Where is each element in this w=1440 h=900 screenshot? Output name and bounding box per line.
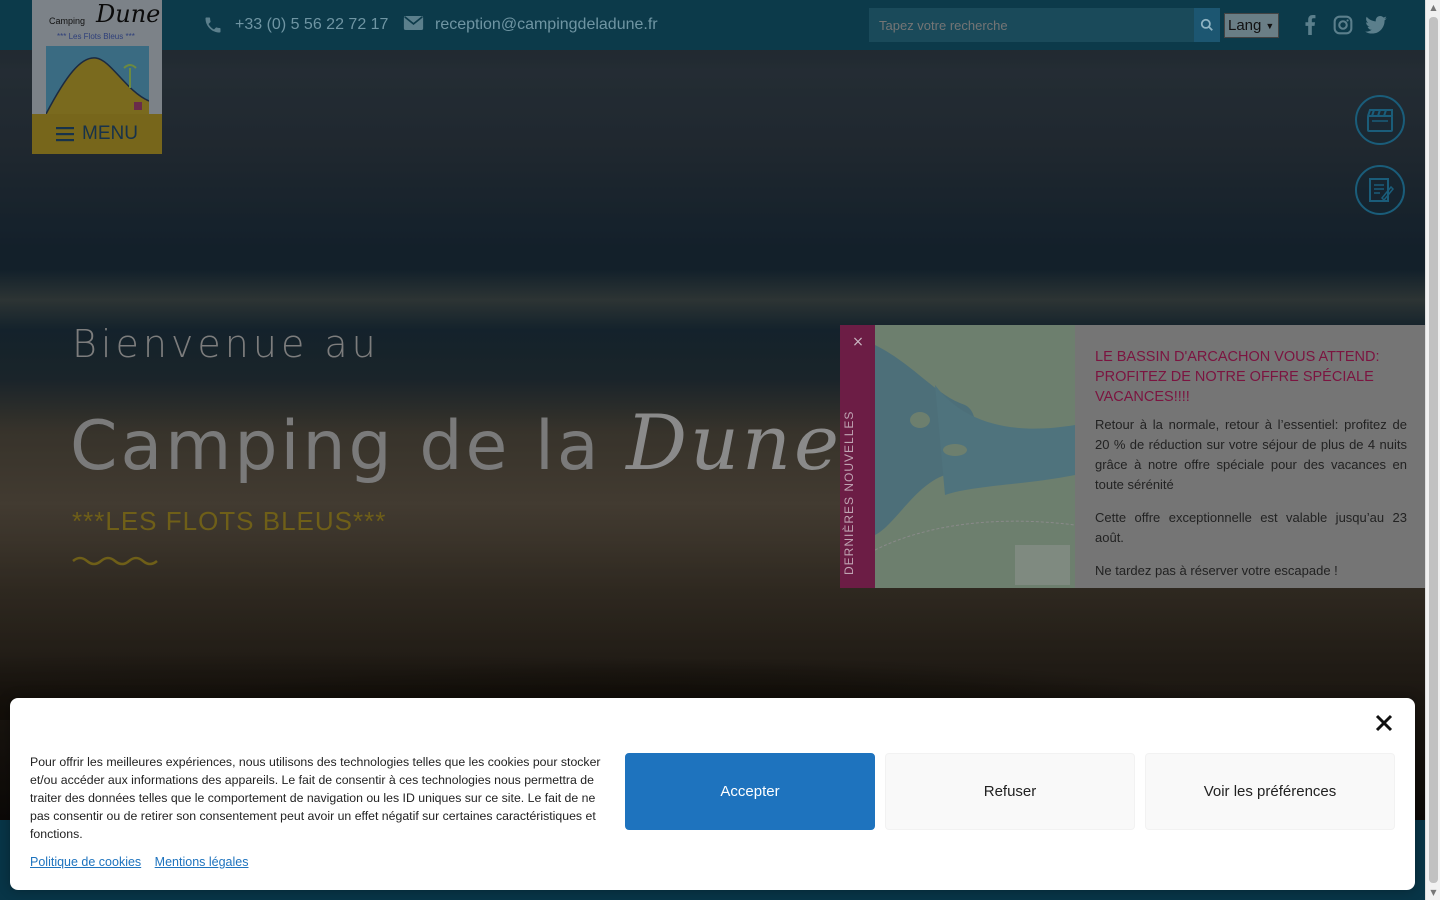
news-paragraph-1: Retour à la normale, retour à l’essentie…	[1095, 417, 1407, 492]
cookie-consent-dialog: Pour offrir les meilleures expériences, …	[10, 698, 1415, 890]
chevron-down-icon: ▼	[1265, 20, 1275, 31]
search-button[interactable]	[1194, 8, 1220, 42]
facebook-icon	[1305, 15, 1316, 35]
phone-number: +33 (0) 5 56 22 72 17	[235, 16, 389, 33]
email-address: reception@campingdeladune.fr	[435, 16, 658, 33]
booking-button[interactable]	[1355, 165, 1405, 215]
twitter-link[interactable]	[1364, 13, 1388, 37]
form-edit-icon	[1369, 178, 1394, 202]
instagram-link[interactable]	[1331, 13, 1355, 37]
menu-label: MENU	[82, 123, 138, 144]
hero-title-script: Dune	[626, 398, 842, 487]
cookie-policy-link[interactable]: Politique de cookies	[30, 855, 141, 869]
hero-welcome: Bienvenue au	[72, 322, 380, 366]
hamburger-icon	[56, 127, 75, 142]
wave-divider	[72, 556, 158, 566]
accept-button[interactable]: Accepter	[625, 753, 875, 830]
logo-subtitle: *** Les Flots Bleus ***	[57, 32, 135, 41]
menu-button[interactable]: MENU	[32, 114, 162, 154]
legal-notice-link[interactable]: Mentions légales	[155, 855, 249, 869]
news-panel: × DERNIÈRES NOUVELLES LE BASSIN D'ARCACH…	[840, 325, 1425, 588]
news-paragraph-2: Cette offre exceptionnelle est valable j…	[1095, 510, 1407, 545]
hero-title: Camping de la Dune	[70, 398, 842, 487]
facebook-link[interactable]	[1298, 13, 1322, 37]
page-scrollbar[interactable]: ▲ ▼	[1425, 0, 1440, 900]
news-paragraph-3: Ne tardez pas à réserver votre escapade …	[1095, 563, 1338, 578]
logo-dune-illustration	[46, 46, 149, 114]
scroll-down-icon[interactable]: ▼	[1426, 885, 1440, 900]
language-select-value: Lang	[1228, 17, 1262, 34]
hero-title-main: Camping de la	[70, 407, 627, 486]
phone-contact[interactable]: +33 (0) 5 56 22 72 17	[203, 0, 388, 50]
news-sidebar-label: DERNIÈRES NOUVELLES	[842, 410, 856, 575]
cookie-message: Pour offrir les meilleures expériences, …	[30, 755, 601, 841]
news-headline[interactable]: LE BASSIN D'ARCACHON VOUS ATTEND: PROFIT…	[1095, 347, 1407, 407]
news-content: LE BASSIN D'ARCACHON VOUS ATTEND: PROFIT…	[1095, 347, 1407, 581]
preferences-button[interactable]: Voir les préférences	[1145, 753, 1395, 830]
clapperboard-icon	[1367, 109, 1393, 132]
envelope-icon	[403, 15, 425, 35]
phone-icon	[203, 15, 225, 35]
email-contact[interactable]: reception@campingdeladune.fr	[403, 0, 658, 50]
news-map-image[interactable]	[875, 325, 1075, 588]
site-logo[interactable]: Camping Dune *** Les Flots Bleus *** MEN…	[32, 0, 162, 154]
close-icon[interactable]	[1373, 712, 1395, 734]
hero-subtitle: ***LES FLOTS BLEUS***	[72, 506, 387, 536]
scroll-up-icon[interactable]: ▲	[1426, 0, 1440, 15]
logo-camping-text: Camping	[49, 16, 86, 26]
twitter-icon	[1365, 16, 1387, 34]
language-select[interactable]: Lang ▼	[1224, 13, 1279, 38]
cookie-links: Politique de cookies Mentions légales	[30, 855, 258, 869]
scrollbar-thumb[interactable]	[1429, 17, 1438, 883]
logo-panel: Camping Dune *** Les Flots Bleus ***	[32, 0, 162, 114]
search-input[interactable]	[869, 8, 1194, 42]
close-icon[interactable]: ×	[851, 335, 865, 349]
logo-dune-text: Dune	[96, 0, 161, 28]
news-sidebar: × DERNIÈRES NOUVELLES	[840, 325, 875, 588]
instagram-icon	[1333, 15, 1353, 35]
search-icon	[1200, 18, 1213, 31]
refuse-button[interactable]: Refuser	[885, 753, 1135, 830]
top-bar: +33 (0) 5 56 22 72 17 reception@campingd…	[0, 0, 1425, 50]
video-button[interactable]	[1355, 95, 1405, 145]
